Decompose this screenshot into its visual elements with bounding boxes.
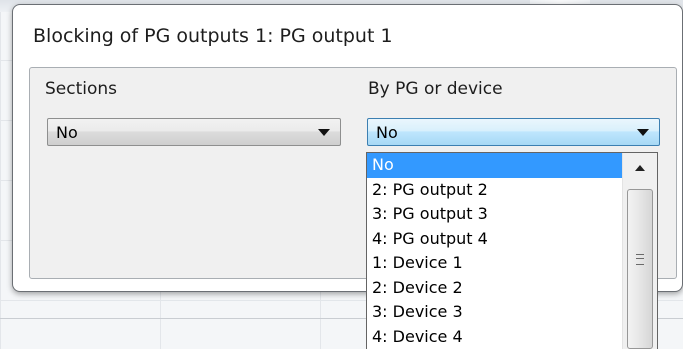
by-pg-or-device-combobox-value: No xyxy=(376,123,398,142)
sections-combobox-value: No xyxy=(56,123,78,142)
scroll-thumb[interactable] xyxy=(627,189,653,349)
dropdown-option[interactable]: 1: Device 1 xyxy=(367,251,623,276)
scroll-up-arrow-icon xyxy=(635,165,645,171)
dropdown-option[interactable]: 2: PG output 2 xyxy=(367,178,623,203)
dropdown-option[interactable]: No xyxy=(367,153,623,178)
dropdown-option[interactable]: 2: Device 2 xyxy=(367,276,623,301)
chevron-down-icon xyxy=(318,129,330,136)
sections-dropdown-button[interactable] xyxy=(312,119,340,145)
dropdown-option[interactable]: 4: Device 4 xyxy=(367,325,623,349)
by-pg-or-device-dropdown-button[interactable] xyxy=(631,119,659,145)
dialog-title: Blocking of PG outputs 1: PG output 1 xyxy=(33,25,393,47)
dropdown-option[interactable]: 4: PG output 4 xyxy=(367,227,623,252)
by-pg-or-device-dropdown-list: No 2: PG output 2 3: PG output 3 4: PG outp… xyxy=(366,152,658,349)
dropdown-options: No 2: PG output 2 3: PG output 3 4: PG outp… xyxy=(367,153,623,349)
by-pg-or-device-combobox[interactable]: No xyxy=(367,118,660,146)
by-pg-or-device-label: By PG or device xyxy=(368,79,503,99)
dropdown-option[interactable]: 3: PG output 3 xyxy=(367,202,623,227)
chevron-down-icon xyxy=(637,129,649,136)
sections-label: Sections xyxy=(45,79,118,99)
sections-combobox[interactable]: No xyxy=(47,118,341,146)
scroll-up-button[interactable] xyxy=(623,153,657,181)
dropdown-scrollbar[interactable] xyxy=(622,153,657,349)
scroll-grip-icon xyxy=(636,254,644,265)
dropdown-option[interactable]: 3: Device 3 xyxy=(367,300,623,325)
